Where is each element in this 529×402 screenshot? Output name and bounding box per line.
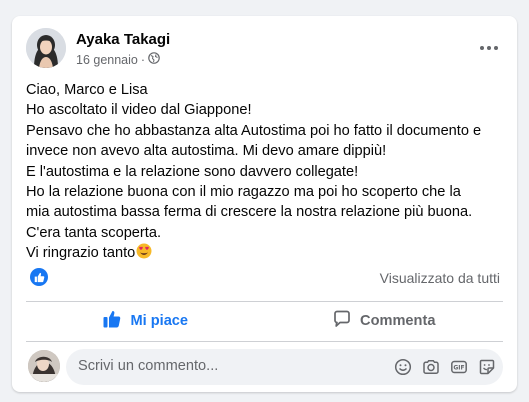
dot-icon [480, 46, 484, 50]
post-meta: 16 gennaio · [76, 52, 160, 67]
globe-icon [148, 52, 160, 67]
post-line: Pensavo che ho abbastanza alta Autostima… [26, 122, 482, 139]
like-label: Mi piace [130, 313, 189, 329]
comment-composer: Scrivi un commento... GIF [26, 349, 503, 385]
thumbs-up-icon [102, 309, 122, 333]
meta-separator: · [140, 52, 146, 67]
post-actions: Mi piace Commenta [26, 304, 503, 338]
post-line: mia autostima bassa ferma di crescere la… [26, 204, 473, 221]
like-button[interactable]: Mi piace [26, 304, 265, 338]
emoji-icon[interactable] [393, 357, 413, 377]
comment-bubble-icon [332, 309, 352, 333]
author-avatar[interactable] [26, 28, 66, 68]
dot-icon [494, 46, 498, 50]
reactions-bar: Visualizzato da tutti [26, 268, 503, 290]
divider [26, 341, 503, 342]
comment-input[interactable]: Scrivi un commento... GIF [66, 349, 503, 385]
seen-by-label[interactable]: Visualizzato da tutti [380, 270, 500, 286]
post-last-line: Vi ringrazio tanto [26, 243, 506, 265]
more-options-button[interactable] [475, 36, 503, 60]
author-name[interactable]: Ayaka Takagi [76, 31, 170, 48]
like-reaction-icon[interactable] [30, 268, 48, 286]
post-line: E l'autostima e la relazione sono davver… [26, 163, 359, 180]
dot-icon [487, 46, 491, 50]
post-line: invece non avevo alta autostima. Mi devo… [26, 143, 387, 160]
comment-button[interactable]: Commenta [265, 304, 504, 338]
divider [26, 301, 503, 302]
svg-text:GIF: GIF [453, 365, 464, 372]
comment-placeholder: Scrivi un commento... [78, 358, 219, 374]
post-line: Ciao, Marco e Lisa [26, 82, 148, 98]
sticker-icon[interactable] [477, 357, 497, 377]
post-header: Ayaka Takagi 16 gennaio · [26, 28, 503, 72]
post-line: Ho la relazione buona con il mio ragazzo… [26, 184, 461, 201]
post-line: Ho ascoltato il video dal Giappone! [26, 102, 252, 119]
post-text: Ciao, Marco e Lisa Ho ascoltato il video… [26, 80, 506, 266]
comment-tools: GIF [393, 357, 497, 377]
current-user-avatar[interactable] [28, 350, 60, 382]
post-card: Ayaka Takagi 16 gennaio · Ciao, Marco e … [12, 16, 517, 392]
comment-label: Commenta [360, 313, 436, 329]
heart-eyes-emoji-icon [136, 243, 152, 265]
post-date[interactable]: 16 gennaio [76, 53, 138, 67]
camera-icon[interactable] [421, 357, 441, 377]
post-line: Vi ringrazio tanto [26, 245, 136, 262]
post-line: C'era tanta scoperta. [26, 224, 162, 241]
gif-icon[interactable]: GIF [449, 357, 469, 377]
